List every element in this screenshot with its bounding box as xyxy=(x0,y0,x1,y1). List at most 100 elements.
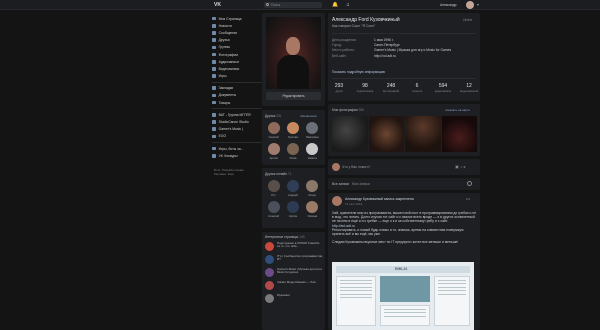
attach-icons[interactable]: ▣♪▸ xyxy=(455,164,467,169)
group-icon xyxy=(212,127,216,132)
photo-thumb[interactable] xyxy=(405,116,441,152)
sidebar-item[interactable]: Аудиозаписи xyxy=(212,58,262,65)
stat-label: подписчиков xyxy=(356,89,374,93)
footer-link-more[interactable]: Ещё xyxy=(228,172,234,176)
friend-item[interactable]: Павловна xyxy=(303,122,322,139)
user-name[interactable]: Александр xyxy=(440,3,457,7)
search-input[interactable]: Поиск xyxy=(264,2,322,8)
stat-label: друга xyxy=(335,89,343,93)
market-icon xyxy=(212,100,216,105)
sidebar-item[interactable]: EGO xyxy=(212,133,262,140)
online-indicator: Online xyxy=(463,18,473,22)
friend-item[interactable]: Андрей xyxy=(283,180,302,197)
photos-map-link[interactable]: показать на карте xyxy=(445,108,470,112)
friend-name: Алексей xyxy=(268,214,280,218)
friend-item[interactable]: Артём xyxy=(283,201,302,218)
friend-item[interactable]: Георгий xyxy=(264,122,283,139)
photo-face xyxy=(286,37,300,55)
friend-name: Артём xyxy=(269,156,278,160)
sidebar-item-label: Документы xyxy=(218,93,237,98)
chevron-down-icon[interactable]: ▾ xyxy=(477,2,479,7)
friend-item[interactable]: Артём xyxy=(264,143,283,160)
sidebar-item-label: Gamer's Music | xyxy=(218,127,243,132)
photo-thumb[interactable] xyxy=(332,116,368,152)
sidebar-item[interactable]: Закладки xyxy=(212,85,262,92)
edit-profile-button[interactable]: Редактировать xyxy=(266,92,321,100)
post-author[interactable]: Александр Кузовчкиный запись закреплена xyxy=(345,197,414,201)
sidebar-item[interactable]: Группы xyxy=(212,44,262,51)
sidebar-item[interactable]: Gamer's Music | xyxy=(212,126,262,133)
avatar xyxy=(265,281,274,290)
divider xyxy=(212,81,262,83)
friend-item[interactable]: Рома xyxy=(283,143,302,160)
message-icon xyxy=(212,31,216,35)
avatar[interactable] xyxy=(332,196,342,206)
sidebar-item[interactable]: Сообщения xyxy=(212,29,262,36)
new-post-input[interactable]: Что у Вас нового? xyxy=(342,165,370,169)
pages-title[interactable]: Интересные страницы 149 xyxy=(265,235,305,239)
list-item[interactable]: Gamer's Music | Музыка для игр и Music f… xyxy=(265,267,323,277)
avatar xyxy=(267,122,280,134)
vk-logo[interactable]: VK xyxy=(214,2,224,8)
sidebar-item[interactable]: Моя Страница xyxy=(212,15,262,22)
avatar xyxy=(286,180,299,192)
list-item[interactable]: IT's | Сообщество программистов, ИТ xyxy=(265,254,323,264)
sidebar-item[interactable]: Друзья xyxy=(212,37,262,44)
stat-label: аудиозаписи xyxy=(434,89,452,93)
photo-thumb[interactable] xyxy=(441,116,477,152)
sidebar-item[interactable]: ВАТ - Группа МГППУ xyxy=(212,111,262,118)
profile-status[interactable]: Как говорил Сокл: "Я Сосл" xyxy=(332,24,375,28)
sidebar-item[interactable]: Игры xyxy=(212,73,262,80)
tab-all-posts[interactable]: Все записи xyxy=(332,182,349,186)
friend-item[interactable]: Рут xyxy=(264,180,283,197)
more-icon[interactable]: ••• xyxy=(466,196,470,201)
music-icon[interactable]: ♫ xyxy=(346,2,350,8)
bell-icon[interactable]: 🔔 xyxy=(332,2,338,8)
stat-followers[interactable]: 98 подписчиков xyxy=(356,83,374,93)
friend-name: Никита xyxy=(307,156,317,160)
show-more-info-link[interactable]: Показать подробную информацию xyxy=(332,70,385,74)
sidebar-item[interactable]: Документы xyxy=(212,92,262,99)
friend-item[interactable]: Игорь xyxy=(303,180,322,197)
friends-icon xyxy=(212,38,216,42)
stat-friends[interactable]: 293 друга xyxy=(330,83,348,93)
pages-count: 149 xyxy=(299,235,305,239)
photo-thumb[interactable] xyxy=(368,116,404,152)
friend-item[interactable]: Оксана xyxy=(303,201,322,218)
friends-title[interactable]: Друзья 251 xyxy=(265,114,282,118)
stat-audio[interactable]: 594 аудиозаписи xyxy=(434,83,452,93)
bookmark-icon xyxy=(212,86,216,91)
sidebar-item-label: Сообщения xyxy=(218,30,237,35)
post-date[interactable]: 16 июл 2016 xyxy=(345,202,362,206)
sidebar-item[interactable]: Игры, боты за... xyxy=(212,145,262,152)
search-icon[interactable] xyxy=(467,181,472,186)
friend-item[interactable]: Алексей xyxy=(264,201,283,218)
info-value[interactable]: http://vol.adt.ru xyxy=(374,54,396,59)
tab-my-posts[interactable]: Мои записи xyxy=(352,182,370,186)
info-key: Веб-сайт: xyxy=(332,53,347,58)
friends-updates-link[interactable]: обновления xyxy=(300,114,317,118)
list-item[interactable]: Музыкант xyxy=(265,293,323,303)
sidebar-item[interactable]: StudioCanon Studio xyxy=(212,118,262,125)
list-item[interactable]: Чикаго Моды Мнения — блог xyxy=(265,280,323,290)
friend-item[interactable]: Никита xyxy=(303,143,322,160)
avatar xyxy=(306,180,319,192)
search-icon xyxy=(266,3,269,6)
sidebar-item[interactable]: Новости xyxy=(212,22,262,29)
sidebar-item[interactable]: Товары xyxy=(212,99,262,106)
sidebar-item[interactable]: Фотографии xyxy=(212,51,262,58)
stat-tags[interactable]: 6 отметок xyxy=(408,83,426,93)
avatar[interactable] xyxy=(466,1,474,9)
post-body-2: Репостировать, и новый будь новых и то, … xyxy=(332,227,464,237)
stat-video[interactable]: 12 видеозаписей xyxy=(460,83,478,93)
online-friends-title[interactable]: Друзья онлайн 71 xyxy=(265,172,291,176)
footer-link-ads[interactable]: Реклама xyxy=(214,172,226,176)
stat-photos[interactable]: 248 фотографий xyxy=(382,83,400,93)
sidebar-item[interactable]: Видеозаписи xyxy=(212,65,262,72)
avatar xyxy=(267,201,280,213)
list-item[interactable]: Подслушано в СПбАП Спасибо за то, что те… xyxy=(265,241,323,251)
friend-item[interactable]: Орлова xyxy=(283,122,302,139)
sidebar-item[interactable]: VK Чекауры xyxy=(212,152,262,159)
app-icon xyxy=(212,153,216,158)
photos-title[interactable]: Мои фотографии 286 xyxy=(332,108,364,112)
